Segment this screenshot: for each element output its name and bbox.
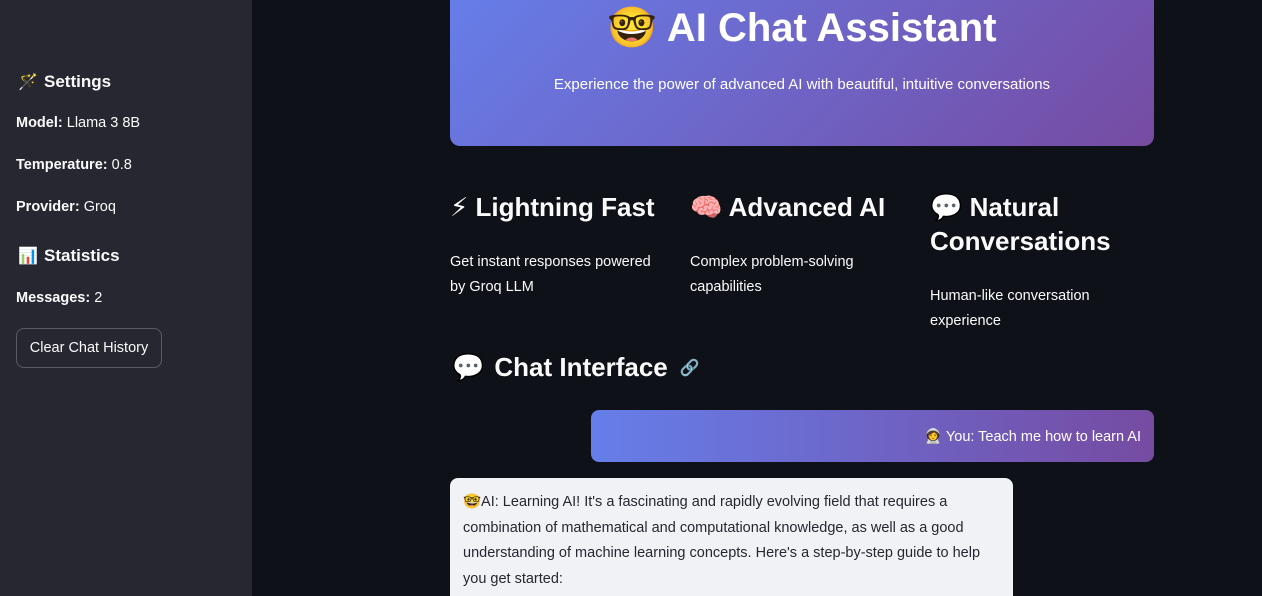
model-info: Model: Llama 3 8B [16, 115, 140, 131]
provider-info: Provider: Groq [16, 199, 116, 215]
feature-natural-conversations: 💬 Natural Conversations Human-like conve… [930, 190, 1154, 334]
ai-message-text: 🤓AI: Learning AI! It's a fascinating and… [463, 494, 981, 587]
user-message: 🧑‍🚀 You: Teach me how to learn AI [591, 410, 1154, 462]
clear-chat-history-button[interactable]: Clear Chat History [16, 328, 162, 368]
chat-interface-heading: 💬 Chat Interface 🔗 [452, 352, 700, 383]
settings-heading: 🪄 Settings [18, 72, 111, 92]
feature-description: Get instant responses powered by Groq LL… [450, 254, 651, 295]
feature-advanced-ai: 🧠 Advanced AI Complex problem-solving ca… [690, 190, 910, 300]
anchor-link-icon[interactable]: 🔗 [680, 358, 700, 378]
brain-icon: 🧠 [690, 192, 723, 222]
lightning-icon: ⚡ [450, 192, 469, 222]
statistics-heading-text: Statistics [44, 246, 120, 265]
model-value: Llama 3 8B [66, 115, 141, 131]
model-label: Model: [16, 115, 63, 131]
speech-bubble-icon: 💬 [930, 192, 963, 222]
hero-subtitle: Experience the power of advanced AI with… [553, 76, 1051, 93]
feature-lightning-fast: ⚡ Lightning Fast Get instant responses p… [450, 190, 670, 300]
settings-heading-text: Settings [44, 72, 112, 91]
feature-description: Human-like conversation experience [930, 288, 1090, 329]
messages-label: Messages: [16, 290, 91, 306]
temperature-info: Temperature: 0.8 [16, 157, 132, 173]
bar-chart-icon: 📊 [18, 248, 38, 265]
messages-value: 2 [94, 290, 103, 306]
temperature-value: 0.8 [111, 157, 132, 173]
messages-count: Messages: 2 [16, 290, 102, 306]
provider-value: Groq [83, 199, 116, 215]
feature-title: 🧠 Advanced AI [690, 190, 910, 224]
feature-title-text: Lightning Fast [475, 192, 655, 222]
hero-title: 🤓 AI Chat Assistant [450, 4, 1154, 51]
nerd-face-icon: 🤓 [607, 6, 658, 50]
sidebar: 🪄 Settings Model: Llama 3 8B Temperature… [0, 0, 252, 596]
temperature-label: Temperature: [16, 157, 108, 173]
hero-title-text: AI Chat Assistant [666, 6, 997, 50]
chat-interface-title: Chat Interface [494, 352, 668, 382]
feature-title: ⚡ Lightning Fast [450, 190, 670, 224]
feature-description: Complex problem-solving capabilities [690, 254, 854, 295]
speech-bubble-icon: 💬 [452, 352, 485, 382]
hero-banner: 🤓 AI Chat Assistant Experience the power… [450, 0, 1154, 146]
magic-wand-icon: 🪄 [18, 74, 38, 91]
feature-title: 💬 Natural Conversations [930, 190, 1154, 258]
user-message-text: 🧑‍🚀 You: Teach me how to learn AI [924, 428, 1141, 445]
provider-label: Provider: [16, 199, 80, 215]
ai-message: 🤓AI: Learning AI! It's a fascinating and… [450, 478, 1013, 596]
app-root: 🪄 Settings Model: Llama 3 8B Temperature… [0, 0, 1262, 596]
statistics-heading: 📊 Statistics [18, 246, 120, 266]
feature-title-text: Advanced AI [728, 192, 886, 222]
